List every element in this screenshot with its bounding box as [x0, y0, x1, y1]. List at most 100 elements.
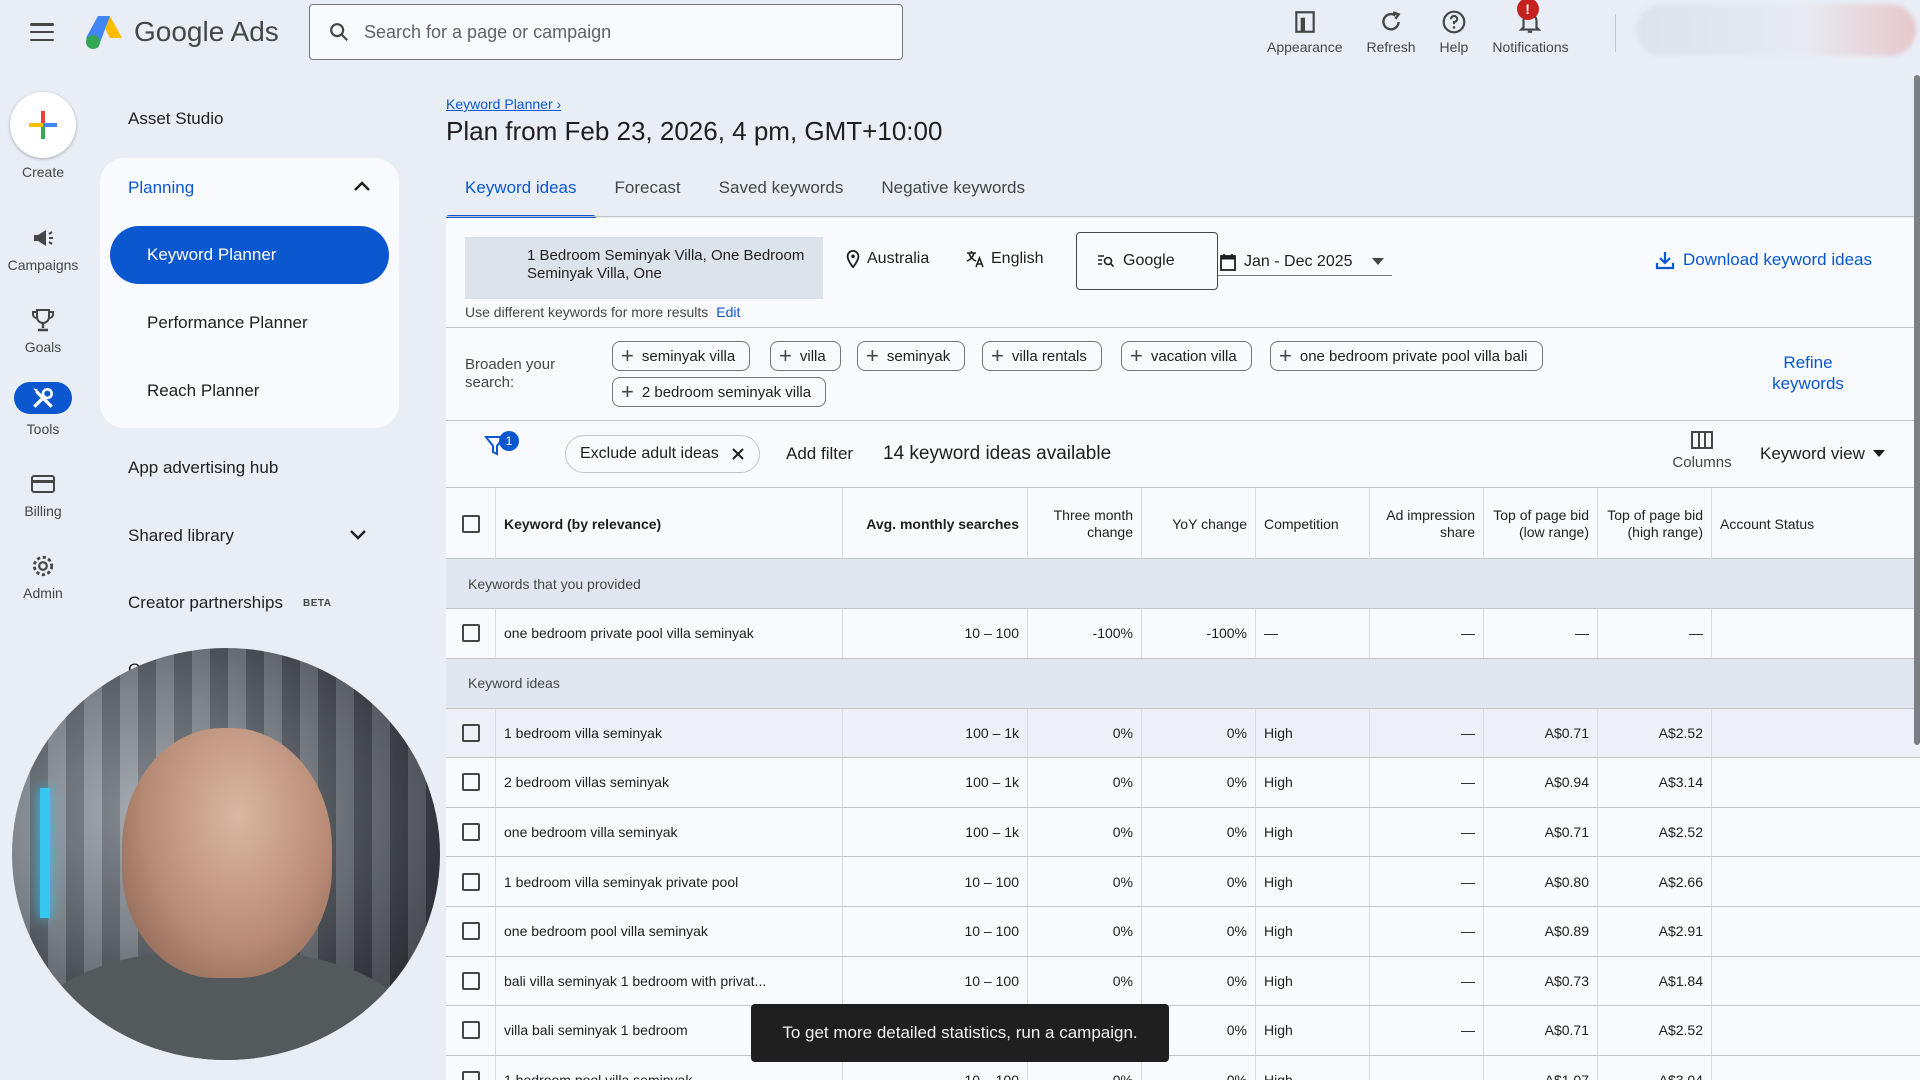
main-menu-button[interactable]	[26, 20, 58, 44]
cell-bid-high: A$2.91	[1598, 906, 1712, 956]
chip-label: 2 bedroom seminyak villa	[641, 383, 812, 401]
rail-item-campaigns[interactable]: Campaigns	[0, 218, 86, 288]
tab-forecast[interactable]: Forecast	[596, 168, 700, 216]
location-selector[interactable]: Australia	[845, 250, 929, 268]
tab-keyword-ideas[interactable]: Keyword ideas	[446, 168, 596, 218]
col-bid-low[interactable]: Top of page bid (low range)	[1484, 488, 1598, 560]
nav-creator-label: Creator partnerships	[128, 593, 283, 612]
page-scrollbar[interactable]	[1914, 75, 1920, 745]
keyword-hint: Use different keywords for more results E…	[465, 304, 740, 320]
chip-label: villa rentals	[1011, 347, 1087, 365]
broaden-chip[interactable]: + villa	[770, 341, 841, 371]
google-ads-logo[interactable]: Google Ads	[84, 14, 279, 50]
broaden-chip[interactable]: +2 bedroom seminyak villa	[612, 377, 827, 407]
columns-button[interactable]: Columns	[1670, 430, 1734, 471]
nav-planning-title[interactable]: Planning	[128, 178, 194, 198]
divider	[446, 420, 1920, 421]
table-row[interactable]: one bedroom pool villa seminyak 10 – 100 0…	[446, 906, 1920, 957]
language-selector[interactable]: English	[965, 250, 1043, 268]
rail-item-tools[interactable]: Tools	[0, 382, 86, 452]
top-bar: Google Ads Appearance Refresh Help Notif…	[0, 0, 1920, 64]
broaden-chip[interactable]: + vacation villa	[1121, 341, 1252, 371]
search-input[interactable]	[364, 21, 884, 43]
cell-account-status	[1712, 907, 1920, 956]
row-checkbox[interactable]	[461, 823, 480, 842]
search-bar[interactable]	[309, 4, 903, 60]
table-row[interactable]: one bedroom villa seminyak 100 – 1k 0% 0% Hi…	[446, 807, 1920, 858]
breadcrumb[interactable]: Keyword Planner ›	[446, 96, 561, 112]
row-checkbox[interactable]	[461, 723, 480, 742]
date-range-selector[interactable]: Jan - Dec 2025	[1218, 248, 1392, 276]
col-avg-monthly-searches[interactable]: Avg. monthly searches	[843, 488, 1028, 560]
row-checkbox[interactable]	[461, 922, 480, 941]
col-yoy-change[interactable]: YoY change	[1142, 488, 1256, 560]
rail-item-admin[interactable]: Admin	[0, 546, 86, 616]
chip-label: vacation villa	[1150, 347, 1237, 365]
nav-creator-partnerships[interactable]: Creator partnerships BETA	[128, 593, 331, 613]
cell-account-status	[1712, 1006, 1920, 1055]
download-keyword-ideas-button[interactable]: Download keyword ideas	[1655, 250, 1872, 270]
create-button[interactable]	[10, 92, 76, 158]
col-account-status[interactable]: Account Status	[1712, 488, 1920, 560]
nav-item-keyword-planner[interactable]: Keyword Planner	[110, 226, 389, 284]
table-row[interactable]: 1 bedroom villa seminyak 100 – 1k 0% 0% High…	[446, 708, 1920, 759]
refine-keywords-button[interactable]: Refine keywords	[1752, 352, 1864, 394]
plus-icon: +	[779, 343, 792, 368]
chevron-down-icon[interactable]	[349, 529, 367, 541]
col-bid-high[interactable]: Top of page bid (high range)	[1598, 488, 1712, 560]
nav-app-advertising-hub[interactable]: App advertising hub	[128, 458, 278, 478]
chevron-up-icon[interactable]	[353, 180, 371, 192]
row-checkbox[interactable]	[461, 1071, 480, 1080]
table-row[interactable]: 2 bedroom villas seminyak 100 – 1k 0% 0% Hig…	[446, 758, 1920, 808]
appearance-button[interactable]: Appearance	[1255, 0, 1355, 64]
nav-asset-studio[interactable]: Asset Studio	[128, 109, 223, 129]
tab-negative-keywords[interactable]: Negative keywords	[862, 168, 1044, 216]
col-keyword[interactable]: Keyword (by relevance)	[496, 488, 843, 560]
nav-shared-library[interactable]: Shared library	[128, 526, 234, 546]
broaden-chip[interactable]: + villa rentals	[982, 341, 1102, 371]
table-row[interactable]: villa bali seminyak 1 bedroom10 – 1000%0…	[446, 1006, 1920, 1056]
cell-account-status	[1712, 709, 1920, 758]
col-competition[interactable]: Competition	[1256, 488, 1370, 560]
notifications-button[interactable]: Notifications !	[1480, 0, 1580, 64]
row-checkbox[interactable]	[461, 971, 480, 990]
nav-item-performance-planner[interactable]: Performance Planner	[110, 294, 389, 352]
keyword-view-dropdown[interactable]: Keyword view	[1760, 444, 1885, 464]
search-network-selector[interactable]: Google	[1076, 232, 1218, 290]
exclude-adult-ideas-chip[interactable]: Exclude adult ideas	[565, 435, 760, 473]
table-row[interactable]: 1 bedroom villa seminyak private pool 10 …	[446, 857, 1920, 907]
broaden-chip[interactable]: + one bedroom private pool villa bali	[1270, 341, 1543, 371]
row-checkbox[interactable]	[461, 773, 480, 792]
row-checkbox[interactable]	[461, 872, 480, 891]
refresh-button[interactable]: Refresh	[1355, 0, 1428, 64]
edit-keywords-link[interactable]: Edit	[716, 304, 740, 320]
table-row[interactable]: bali villa seminyak 1 bedroom with priva…	[446, 956, 1920, 1007]
close-icon[interactable]	[731, 447, 745, 461]
plus-icon: +	[991, 343, 1004, 368]
broaden-chip[interactable]: + seminyak villa	[612, 341, 751, 371]
cell-ad-impression-share: —	[1370, 708, 1484, 758]
add-filter-button[interactable]: Add filter	[786, 444, 853, 464]
rail-item-goals[interactable]: Goals	[0, 300, 86, 370]
row-checkbox[interactable]	[461, 1021, 480, 1040]
table-row[interactable]: one bedroom private pool villa seminyak 1…	[446, 609, 1920, 659]
tab-saved-keywords[interactable]: Saved keywords	[700, 168, 863, 216]
appearance-icon	[1295, 11, 1315, 33]
calendar-icon	[1220, 253, 1236, 271]
table-row[interactable]: 1 bedroom pool villa seminyak10 – 1000%0…	[446, 1055, 1920, 1080]
row-select-cell	[446, 956, 496, 1006]
trophy-icon	[23, 304, 63, 336]
row-checkbox[interactable]	[461, 624, 480, 643]
help-button[interactable]: Help	[1428, 0, 1481, 64]
account-switcher[interactable]	[1636, 4, 1916, 56]
cell-yoy-change: 0%	[1142, 708, 1256, 758]
rail-item-billing[interactable]: Billing	[0, 464, 86, 534]
col-three-month-change[interactable]: Three month change	[1028, 488, 1142, 560]
cell-competition: High	[1256, 708, 1370, 758]
nav-item-reach-planner[interactable]: Reach Planner	[110, 362, 389, 420]
broaden-chip[interactable]: + seminyak	[857, 341, 966, 371]
col-ad-impression-share[interactable]: Ad impression share	[1370, 488, 1484, 560]
row-select-cell	[446, 807, 496, 857]
select-all-checkbox[interactable]	[461, 515, 480, 533]
keywords-input-box[interactable]: 1 Bedroom Seminyak Villa, One Bedroom Se…	[465, 237, 823, 299]
